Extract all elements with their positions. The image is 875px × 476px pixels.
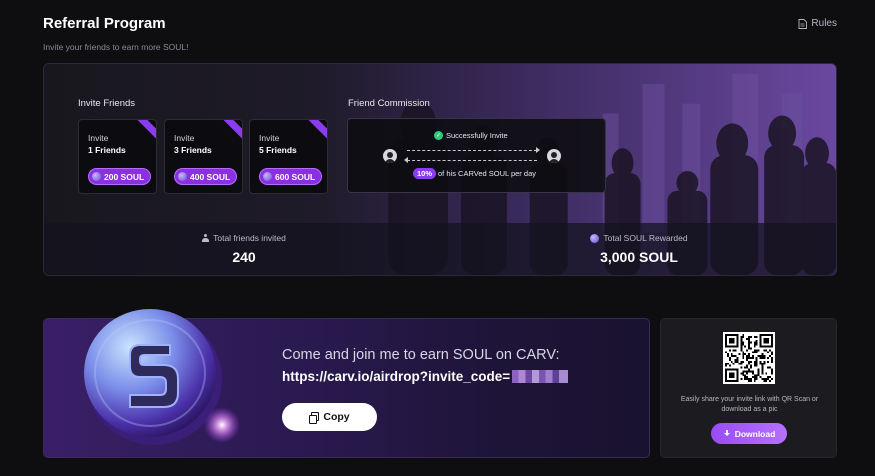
invite-tier-card: Invite 1 Friends 200 SOUL — [78, 119, 157, 194]
redacted-invite-code — [512, 370, 569, 383]
download-button-label: Download — [734, 428, 776, 439]
tier-ribbon — [222, 120, 242, 141]
copy-icon — [309, 412, 320, 424]
commission-rate-row: 10% of his CARVed SOUL per day — [413, 168, 536, 179]
soul-rewarded-label: Total SOUL Rewarded — [603, 233, 688, 243]
friends-invited-stat: Total friends invited 240 — [174, 233, 314, 265]
tier-line2: 5 Friends — [259, 145, 297, 155]
tier-ribbon — [136, 120, 156, 141]
qr-share-panel: Easily share your invite link with QR Sc… — [660, 318, 837, 458]
qr-code — [723, 332, 775, 384]
arrow-left-line — [407, 160, 537, 161]
soul-coin-icon — [263, 172, 272, 181]
document-icon — [798, 18, 808, 29]
tier-line1: Invite — [259, 133, 280, 143]
qr-code-image — [725, 334, 773, 382]
success-invite-text: Successfully Invite — [446, 131, 508, 140]
tier-reward: 400 SOUL — [190, 171, 231, 182]
soul-coin-icon — [92, 172, 101, 181]
tier-line1: Invite — [174, 133, 195, 143]
invite-tier-card: Invite 5 Friends 600 SOUL — [249, 119, 328, 194]
friend-commission-label: Friend Commission — [348, 98, 430, 109]
user-icon — [547, 149, 561, 163]
rules-label: Rules — [811, 18, 837, 29]
invite-link-text: https://carv.io/airdrop?invite_code= — [282, 369, 511, 384]
arrow-left-icon — [404, 157, 408, 163]
rules-link[interactable]: Rules — [798, 18, 837, 29]
share-message: Come and join me to earn SOUL on CARV: h… — [282, 347, 569, 384]
invite-link[interactable]: https://carv.io/airdrop?invite_code= — [282, 369, 569, 384]
invite-tier-card: Invite 3 Friends 400 SOUL — [164, 119, 243, 194]
commission-percent-badge: 10% — [413, 168, 437, 179]
success-invite-row: ✓ Successfully Invite — [434, 131, 508, 140]
soul-rewarded-stat: Total SOUL Rewarded 3,000 SOUL — [564, 233, 714, 265]
tier-reward: 600 SOUL — [275, 171, 316, 182]
invite-friends-label: Invite Friends — [78, 98, 136, 109]
download-icon — [723, 429, 731, 438]
share-message-line: Come and join me to earn SOUL on CARV: — [282, 347, 560, 363]
page-title: Referral Program — [43, 15, 166, 32]
download-button[interactable]: Download — [711, 423, 787, 444]
arrow-right-icon — [536, 147, 540, 153]
friends-invited-value: 240 — [232, 249, 256, 265]
user-icon — [383, 149, 397, 163]
qr-hint-text: Easily share your invite link with QR Sc… — [680, 396, 819, 414]
tier-reward-badge: 600 SOUL — [259, 168, 323, 185]
friends-invited-label: Total friends invited — [213, 233, 286, 243]
page-header: Referral Program Invite your friends to … — [43, 15, 189, 52]
tier-line1: Invite — [88, 133, 109, 143]
tier-reward-badge: 200 SOUL — [88, 168, 152, 185]
copy-button[interactable]: Copy — [282, 403, 377, 431]
tier-ribbon — [307, 120, 327, 141]
page-subtitle: Invite your friends to earn more SOUL! — [43, 42, 189, 52]
stats-strip — [44, 223, 836, 275]
tier-reward-badge: 400 SOUL — [174, 168, 238, 185]
tier-reward: 200 SOUL — [104, 171, 145, 182]
soul-coin-icon — [178, 172, 187, 181]
copy-button-label: Copy — [323, 411, 350, 423]
soul-coin-icon — [590, 233, 600, 243]
commission-description: of his CARVed SOUL per day — [438, 169, 536, 178]
commission-card: ✓ Successfully Invite 10% of his CARVed … — [347, 118, 606, 193]
share-invite-panel: Come and join me to earn SOUL on CARV: h… — [43, 309, 650, 458]
soul-rewarded-value: 3,000 SOUL — [600, 249, 678, 265]
tier-line2: 3 Friends — [174, 145, 212, 155]
arrow-right-line — [407, 150, 537, 151]
person-icon — [202, 234, 210, 242]
soul-coin-illustration — [84, 309, 240, 445]
tier-line2: 1 Friends — [88, 145, 126, 155]
referral-hero-banner: Invite Friends Invite 1 Friends 200 SOUL… — [43, 63, 837, 276]
check-circle-icon: ✓ — [434, 131, 443, 140]
